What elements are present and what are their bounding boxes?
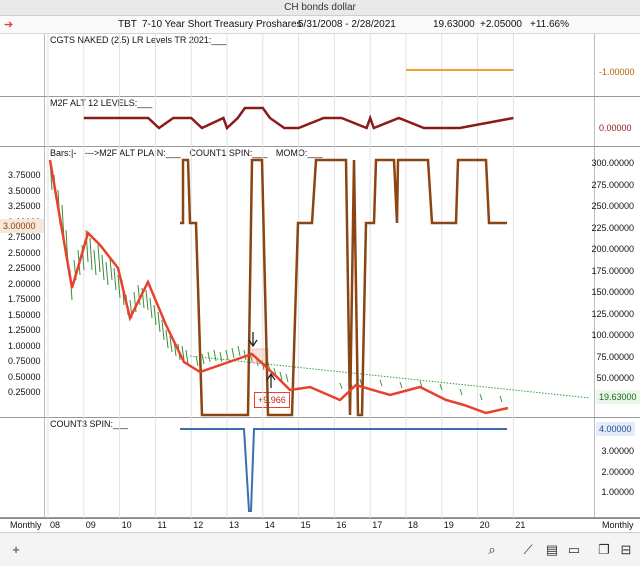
search-icon[interactable]: ⌕ <box>484 542 500 558</box>
x-tick-09: 09 <box>85 520 96 530</box>
panel-icon[interactable]: ▭ <box>566 542 582 558</box>
price-bars-early <box>49 159 189 365</box>
x-tick-19: 19 <box>443 520 454 530</box>
x-tick-12: 12 <box>193 520 204 530</box>
x-tick-17: 17 <box>372 520 383 530</box>
x-tick-16: 16 <box>336 520 347 530</box>
x-tick-11: 11 <box>157 520 167 530</box>
count3-spin-line <box>180 428 507 512</box>
periodicity-left[interactable]: Monthly <box>10 520 42 530</box>
layout-icon[interactable]: ⊟ <box>618 542 634 558</box>
x-tick-15: 15 <box>300 520 311 530</box>
chart-type-icon[interactable]: ▤ <box>544 542 560 558</box>
x-tick-08: 08 <box>50 520 61 530</box>
chart-canvas[interactable] <box>0 0 640 566</box>
x-tick-21: 21 <box>515 520 526 530</box>
x-tick-20: 20 <box>479 520 490 530</box>
x-tick-10: 10 <box>121 520 132 530</box>
count1-spin-line <box>180 158 507 417</box>
x-tick-18: 18 <box>408 520 419 530</box>
periodicity-right[interactable]: Monthly <box>602 520 634 530</box>
draw-line-icon[interactable]: ⟋ <box>520 542 536 558</box>
plus-icon[interactable]: + <box>8 542 24 558</box>
x-tick-13: 13 <box>229 520 240 530</box>
time-axis: 08 09 10 11 12 13 14 15 16 17 18 19 20 21 <box>0 518 640 532</box>
book-icon[interactable]: ❐ <box>596 542 612 558</box>
x-tick-14: 14 <box>264 520 275 530</box>
